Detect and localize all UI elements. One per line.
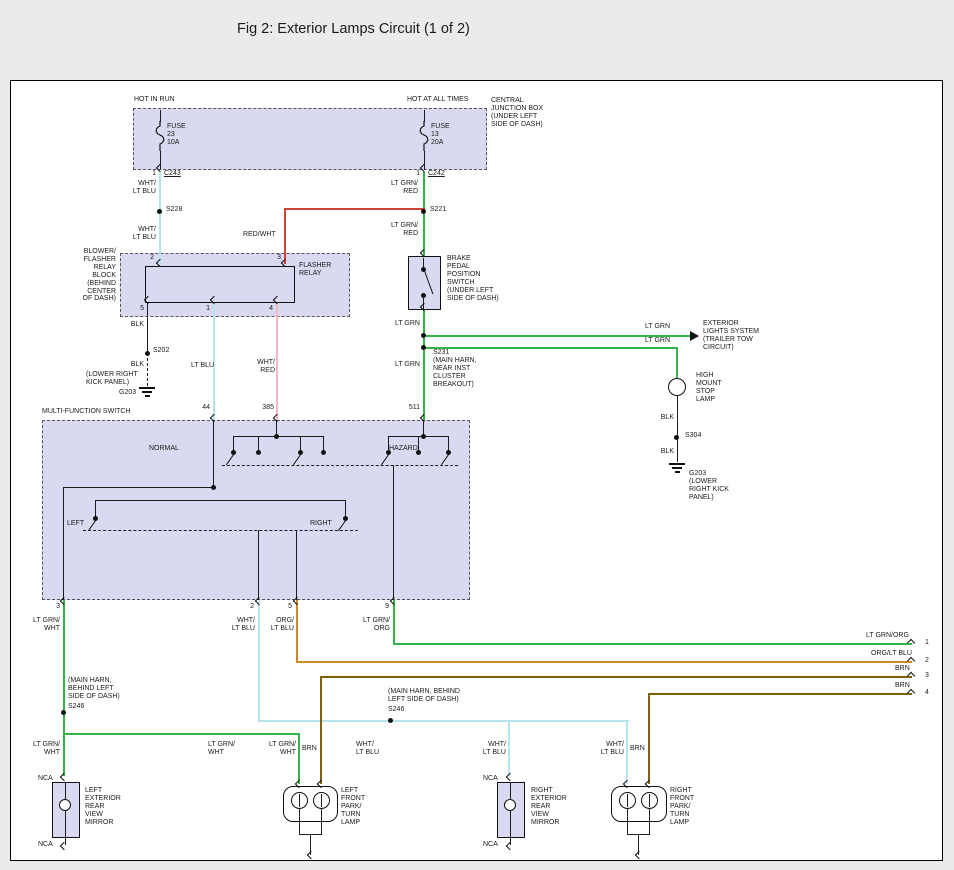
nca-3: NCA — [483, 775, 498, 783]
mfs-hazard-label: HAZARD — [389, 445, 418, 453]
wire-label-ltgrn-org-2: LT GRN/ORG — [866, 632, 909, 640]
nca-4: NCA — [483, 841, 498, 849]
terminal-2: 2 — [925, 657, 929, 665]
wire-label-wht-ltblu-2: WHT/ LT BLU — [123, 226, 156, 242]
left-lamp-label: LEFT FRONT PARK/ TURN LAMP — [341, 787, 365, 827]
terminal-3: 3 — [925, 672, 929, 680]
wire-label-brn-4: BRN — [630, 745, 645, 753]
high-mount-stop-lamp-label: HIGH MOUNT STOP LAMP — [696, 372, 722, 404]
mfs-right-label: RIGHT — [310, 520, 332, 528]
left-mirror-label: LEFT EXTERIOR REAR VIEW MIRROR — [85, 787, 121, 827]
pin-1-c243: 1 — [146, 170, 156, 178]
mfs-pin-385: 385 — [250, 404, 274, 412]
splice-s228: S228 — [166, 206, 182, 214]
mfs-left-label: LEFT — [67, 520, 84, 528]
splice-s202: S202 — [153, 347, 169, 355]
relay-pin-3: 3 — [271, 254, 281, 262]
nca-1: NCA — [38, 775, 53, 783]
connector-c242: C242 — [428, 170, 445, 178]
wire-label-wht-ltblu-4: WHT/ LT BLU — [356, 741, 379, 757]
splice-s246-1: S246 — [68, 703, 84, 711]
exterior-lights-label: EXTERIOR LIGHTS SYSTEM (TRAILER TOW CIRC… — [703, 320, 759, 352]
wire-label-blk-4: BLK — [650, 448, 674, 456]
wire-label-org-ltblu-2: ORG/LT BLU — [871, 650, 912, 658]
relay-block-label: BLOWER/ FLASHER RELAY BLOCK (BEHIND CENT… — [40, 248, 116, 303]
connector-c243: C243 — [164, 170, 181, 178]
wire-label-brn-1: BRN — [895, 665, 910, 673]
mfs-normal-label: NORMAL — [149, 445, 179, 453]
nca-2: NCA — [38, 841, 53, 849]
wire-label-brn-3: BRN — [302, 745, 317, 753]
right-mirror-label: RIGHT EXTERIOR REAR VIEW MIRROR — [531, 787, 567, 827]
wire-label-blk-1: BLK — [120, 321, 144, 329]
relay-pin-1: 1 — [200, 305, 210, 313]
pin-1-c242: 1 — [410, 170, 420, 178]
mfs-pin-9: 9 — [379, 603, 389, 611]
wire-label-wht-ltblu-3: WHT/ LT BLU — [222, 617, 255, 633]
wire-label-org-ltblu-1: ORG/ LT BLU — [266, 617, 294, 633]
wire-label-ltgrn-org-1: LT GRN/ ORG — [354, 617, 390, 633]
ground-location-1: (LOWER RIGHT KICK PANEL) — [86, 371, 138, 387]
splice-s221: S221 — [430, 206, 446, 214]
wire-label-blk-3: BLK — [650, 414, 674, 422]
wire-label-ltgrn-4: LT GRN — [645, 337, 670, 345]
mfs-pin-3: 3 — [50, 603, 60, 611]
mfs-label: MULTI-FUNCTION SWITCH — [42, 408, 131, 416]
ground-g203-1: G203 — [119, 389, 136, 397]
wire-label-brn-2: BRN — [895, 682, 910, 690]
wire-label-ltgrn-wht-4: LT GRN/ WHT — [260, 741, 296, 757]
wire-label-wht-ltblu-5: WHT/ LT BLU — [470, 741, 506, 757]
wire-label-ltgrn-red-2: LT GRN/ RED — [384, 222, 418, 238]
hot-in-run-label: HOT IN RUN — [134, 96, 175, 104]
relay-pin-4: 4 — [263, 305, 273, 313]
central-junction-box-label: CENTRAL JUNCTION BOX (UNDER LEFT SIDE OF… — [491, 97, 543, 129]
wire-label-ltgrn-1: LT GRN — [390, 320, 420, 328]
wire-label-ltgrn-3: LT GRN — [645, 323, 670, 331]
flasher-relay-label: FLASHER RELAY — [299, 262, 331, 278]
fuse-13-label: FUSE 13 20A — [431, 123, 450, 147]
mfs-pin-511: 511 — [396, 404, 420, 412]
wire-label-ltgrn-red-1: LT GRN/ RED — [384, 180, 418, 196]
wiring-diagram-page: Fig 2: Exterior Lamps Circuit (1 of 2) — [0, 0, 954, 870]
splice-s246-2: S246 — [388, 706, 404, 714]
wire-label-ltgrn-2: LT GRN — [390, 361, 420, 369]
splice-s304: S304 — [685, 432, 701, 440]
wire-label-ltgrn-wht-1: LT GRN/ WHT — [24, 617, 60, 633]
ground-g203-2: G203 (LOWER RIGHT KICK PANEL) — [689, 470, 729, 502]
labels-layer: HOT IN RUN HOT AT ALL TIMES CENTRAL JUNCTI… — [0, 0, 954, 870]
splice-s246-2-location: (MAIN HARN, BEHIND LEFT SIDE OF DASH) — [388, 688, 460, 704]
terminal-4: 4 — [925, 689, 929, 697]
mfs-pin-2: 2 — [244, 603, 254, 611]
relay-pin-2: 2 — [144, 254, 154, 262]
brake-switch-label: BRAKE PEDAL POSITION SWITCH (UNDER LEFT … — [447, 255, 499, 302]
fuse-23-label: FUSE 23 10A — [167, 123, 186, 147]
wire-label-ltblu: LT BLU — [191, 362, 214, 370]
wire-label-wht-ltblu-6: WHT/ LT BLU — [588, 741, 624, 757]
splice-s246-1-location: (MAIN HARN, BEHIND LEFT SIDE OF DASH) — [68, 677, 120, 701]
wire-label-ltgrn-wht-3: LT GRN/ WHT — [208, 741, 235, 757]
relay-pin-5: 5 — [134, 305, 144, 313]
mfs-pin-5: 5 — [282, 603, 292, 611]
wire-label-blk-2: BLK — [120, 361, 144, 369]
wire-label-ltgrn-wht-2: LT GRN/ WHT — [24, 741, 60, 757]
splice-s231-label: S231 (MAIN HARN, NEAR INST CLUSTER BREAK… — [433, 349, 477, 389]
mfs-pin-44: 44 — [186, 404, 210, 412]
wire-label-wht-ltblu-1: WHT/ LT BLU — [123, 180, 156, 196]
wire-label-wht-red: WHT/ RED — [249, 359, 275, 375]
right-lamp-label: RIGHT FRONT PARK/ TURN LAMP — [670, 787, 694, 827]
terminal-1: 1 — [925, 639, 929, 647]
hot-at-all-times-label: HOT AT ALL TIMES — [407, 96, 468, 104]
wire-label-red-wht: RED/WHT — [243, 231, 276, 239]
